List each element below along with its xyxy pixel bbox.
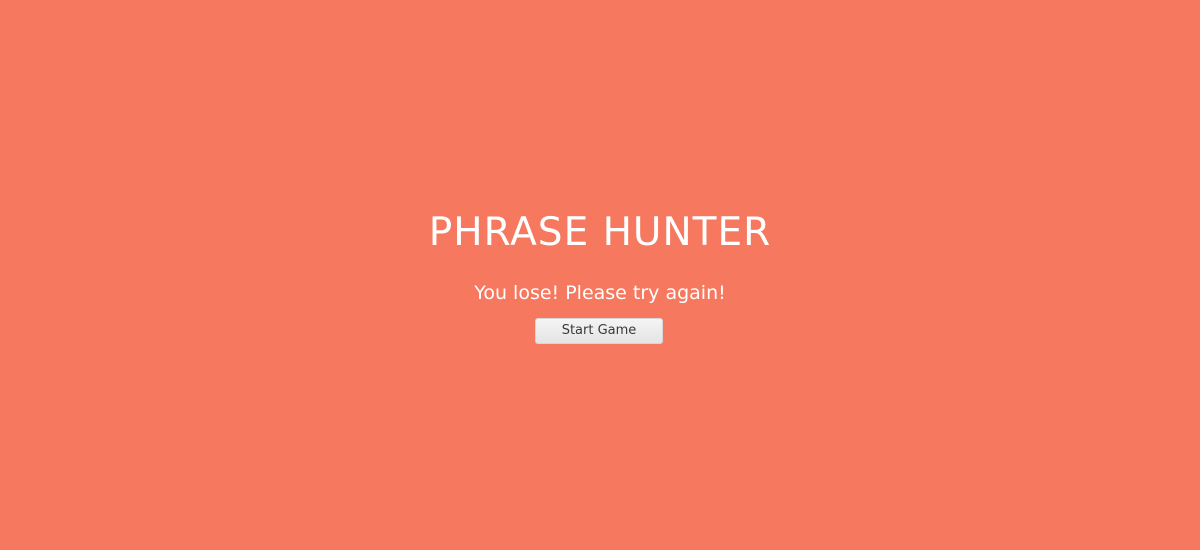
game-overlay: PHRASE HUNTER You lose! Please try again… xyxy=(0,0,1200,550)
game-title: PHRASE HUNTER xyxy=(428,210,772,255)
game-over-message: You lose! Please try again! xyxy=(474,282,726,304)
start-game-button[interactable]: Start Game xyxy=(535,318,663,344)
